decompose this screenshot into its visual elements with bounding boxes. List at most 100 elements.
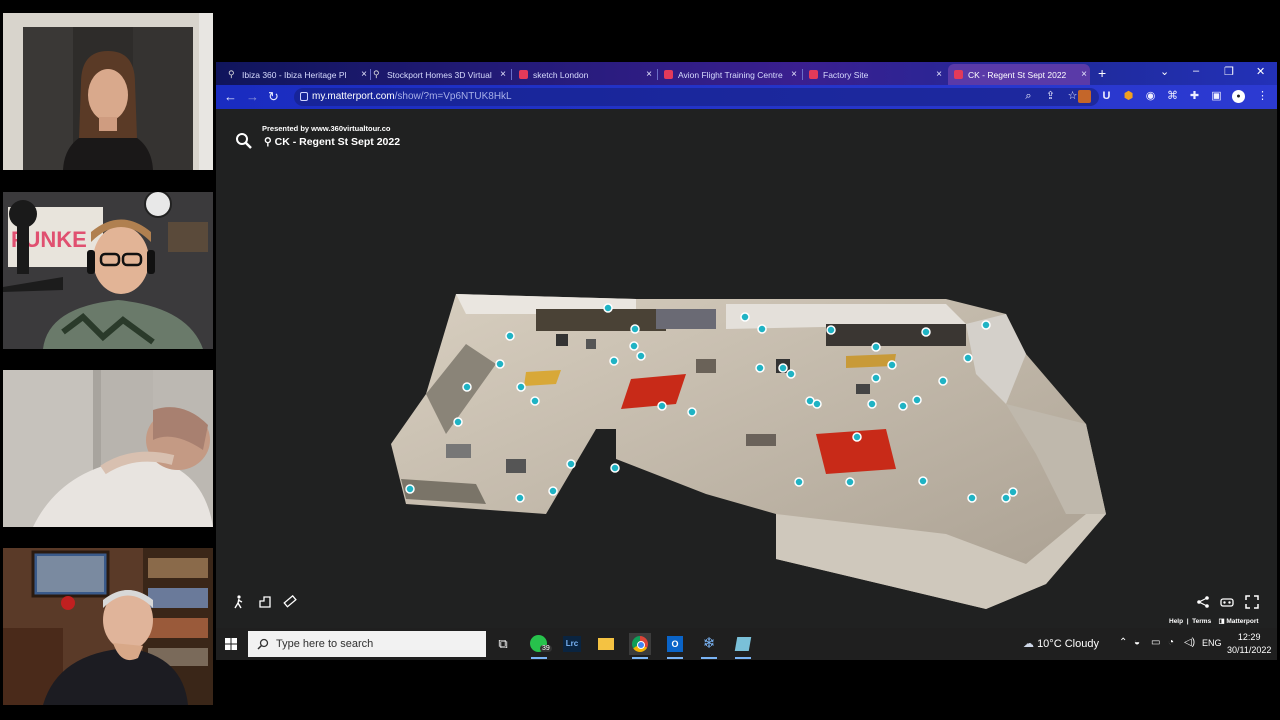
location-pin-icon: ⚲	[228, 69, 235, 79]
tab-separator	[511, 69, 512, 80]
window-close-icon[interactable]: ✕	[1256, 65, 1265, 78]
profile-avatar[interactable]: ●	[1232, 90, 1245, 103]
windows-taskbar: Type here to search ⧉ 39 Lrc O ❄ ☁ 10°C …	[216, 628, 1277, 660]
tab-title: Stockport Homes 3D Virtual	[387, 69, 492, 80]
participants-column: FUNKE	[0, 0, 216, 720]
search-icon[interactable]	[234, 131, 254, 151]
url-host: my.matterport.com	[312, 91, 395, 102]
whatsapp-icon[interactable]: 39	[528, 633, 552, 659]
whatsapp-badge: 39	[540, 645, 552, 652]
tab-search-icon[interactable]: ⌄	[1160, 65, 1169, 78]
battery-icon[interactable]: ▭	[1151, 637, 1160, 648]
matterport-icon	[809, 70, 818, 79]
app-notes-icon[interactable]	[732, 633, 754, 659]
location-pin-icon: ⚲	[373, 69, 380, 79]
tab-avion[interactable]: Avion Flight Training Centre ×	[658, 64, 800, 85]
weather-widget[interactable]: ☁ 10°C Cloudy	[1023, 637, 1099, 650]
sidebar-icon[interactable]: ▣	[1210, 90, 1223, 103]
tab-title: CK - Regent St Sept 2022	[968, 69, 1067, 80]
lightroom-classic-icon[interactable]: Lrc	[561, 633, 583, 655]
share-icon[interactable]	[1196, 595, 1210, 609]
help-link[interactable]: Help	[1169, 618, 1183, 625]
fullscreen-icon[interactable]	[1245, 595, 1259, 609]
tab-stockport[interactable]: ⚲ Stockport Homes 3D Virtual ×	[367, 64, 509, 85]
language-indicator[interactable]: ENG	[1202, 638, 1222, 648]
tab-title: Ibiza 360 - Ibiza Heritage Pl	[242, 69, 347, 80]
extension-u-icon[interactable]: U	[1100, 90, 1113, 103]
tab-ck-regent-st[interactable]: CK - Regent St Sept 2022 ×	[948, 64, 1090, 85]
floorplan-icon[interactable]	[258, 595, 272, 609]
walk-mode-icon[interactable]	[232, 595, 246, 609]
close-icon[interactable]: ×	[788, 69, 800, 80]
address-bar[interactable]: my.matterport.com/show/?m=Vp6NTUK8HkL ⌕ …	[294, 88, 1099, 106]
search-icon	[257, 638, 269, 650]
location-pin-icon: ⚲	[264, 136, 275, 148]
participant-video-4[interactable]	[3, 548, 213, 705]
outlook-icon[interactable]: O	[664, 633, 686, 659]
divider	[1213, 618, 1217, 625]
tray-app-icon[interactable]: ◒	[1134, 637, 1140, 648]
maximize-icon[interactable]: ❐	[1224, 65, 1234, 78]
extension-fox-icon[interactable]	[1078, 90, 1091, 103]
tour-location: ⚲ CK - Regent St Sept 2022	[264, 136, 400, 148]
reload-icon[interactable]: ↻	[268, 89, 279, 105]
zoom-icon[interactable]: ⌕	[1022, 90, 1035, 103]
tab-factory-site[interactable]: Factory Site ×	[803, 64, 945, 85]
close-icon[interactable]: ×	[643, 69, 655, 80]
volume-icon[interactable]: ◁)	[1184, 637, 1195, 648]
system-clock[interactable]: 12:29 30/11/2022	[1227, 631, 1271, 657]
extensions-puzzle-icon[interactable]: ✚	[1188, 90, 1201, 103]
wifi-icon[interactable]: ◔	[1168, 637, 1174, 648]
menu-kebab-icon[interactable]: ⋮	[1256, 90, 1269, 103]
tab-sketch-london[interactable]: sketch London ×	[513, 64, 655, 85]
taskbar-search-input[interactable]: Type here to search	[248, 631, 486, 657]
new-tab-button[interactable]: +	[1098, 65, 1106, 81]
matterport-icon	[954, 70, 963, 79]
matterport-brand[interactable]: Matterport	[1226, 618, 1258, 625]
browser-window: ⚲ Ibiza 360 - Ibiza Heritage Pl × ⚲ Stoc…	[216, 62, 1277, 628]
extension-circle-icon[interactable]: ◉	[1144, 90, 1157, 103]
file-explorer-icon[interactable]	[595, 633, 617, 655]
tour-location-name: CK - Regent St Sept 2022	[274, 136, 401, 148]
lock-icon	[300, 92, 308, 101]
weather-text: 10°C Cloudy	[1037, 638, 1099, 650]
close-icon[interactable]: ×	[497, 69, 509, 80]
tab-title: sketch London	[533, 69, 589, 80]
clock-time: 12:29	[1237, 632, 1261, 642]
back-icon[interactable]: ←	[224, 89, 237, 104]
tag-marker[interactable]	[405, 303, 1018, 503]
share-icon[interactable]: ⇪	[1044, 90, 1057, 103]
vr-headset-icon[interactable]	[1220, 595, 1234, 609]
extension-honey-icon[interactable]: ⬢	[1122, 90, 1135, 103]
participant-video-2[interactable]: FUNKE	[3, 192, 213, 349]
windows-start-icon[interactable]	[225, 638, 237, 650]
participant-video-3[interactable]	[3, 370, 213, 527]
matterport-icon	[664, 70, 673, 79]
task-view-icon[interactable]: ⧉	[492, 633, 514, 655]
url-path: /show/?m=Vp6NTUK8HkL	[394, 91, 512, 102]
close-icon[interactable]: ×	[933, 69, 945, 80]
matterport-viewport[interactable]: Presented by www.360virtualtour.co ⚲ CK …	[216, 109, 1277, 628]
tag-markers	[405, 303, 1018, 503]
close-icon[interactable]: ×	[1078, 69, 1090, 80]
presented-by[interactable]: Presented by www.360virtualtour.co	[262, 124, 391, 133]
minimize-icon[interactable]: –	[1193, 65, 1199, 77]
forward-icon[interactable]: →	[246, 89, 259, 104]
show-hidden-icons[interactable]: ⌃	[1119, 637, 1127, 648]
extension-grid-icon[interactable]: ⌘	[1166, 90, 1179, 103]
measure-tape-icon[interactable]	[283, 595, 297, 609]
tab-title: Factory Site	[823, 69, 869, 80]
tab-ibiza[interactable]: ⚲ Ibiza 360 - Ibiza Heritage Pl ×	[222, 64, 370, 85]
cloud-icon: ☁	[1023, 638, 1034, 650]
url-text: my.matterport.com/show/?m=Vp6NTUK8HkL	[312, 91, 512, 102]
tab-strip: ⚲ Ibiza 360 - Ibiza Heritage Pl × ⚲ Stoc…	[216, 62, 1277, 85]
tab-title: Avion Flight Training Centre	[678, 69, 783, 80]
terms-link[interactable]: Terms	[1192, 618, 1211, 625]
search-placeholder: Type here to search	[276, 638, 374, 650]
footer-links: Help | Terms ◨ Matterport	[1169, 617, 1259, 625]
divider: |	[1184, 618, 1191, 625]
chrome-icon[interactable]	[629, 633, 651, 659]
participant-video-1[interactable]	[3, 13, 213, 170]
clock-date: 30/11/2022	[1227, 645, 1272, 655]
app-snowflake-icon[interactable]: ❄	[698, 633, 720, 659]
